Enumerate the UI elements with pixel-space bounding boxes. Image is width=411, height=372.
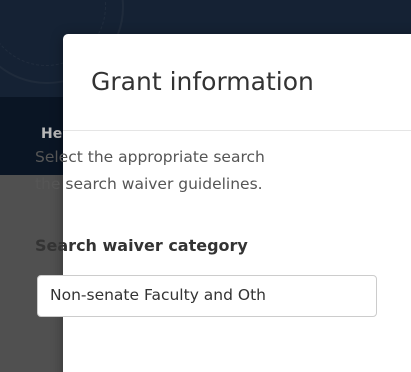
- modal-description-line: the search waiver guidelines.: [35, 175, 263, 193]
- modal-header: Grant information: [63, 34, 411, 131]
- grant-information-modal: Grant information: [63, 34, 411, 372]
- modal-description: Select the appropriate search the search…: [35, 144, 365, 198]
- search-waiver-category-select[interactable]: Non-senate Faculty and Oth: [37, 275, 377, 317]
- modal-description-line: Select the appropriate search: [35, 148, 265, 166]
- search-waiver-category-label: Search waiver category: [35, 236, 248, 255]
- select-value: Non-senate Faculty and Oth: [50, 286, 266, 304]
- modal-title: Grant information: [91, 67, 314, 96]
